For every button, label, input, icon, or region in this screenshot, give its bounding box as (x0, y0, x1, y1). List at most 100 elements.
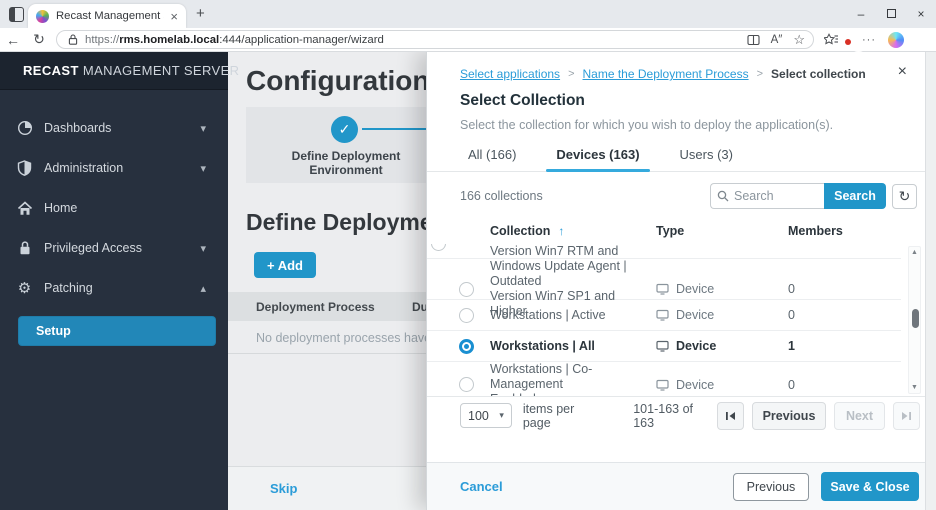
close-icon[interactable]: × (898, 64, 907, 80)
read-aloud-icon[interactable]: A″ (771, 34, 783, 46)
lock-icon (68, 34, 78, 45)
close-window-button[interactable]: × (906, 7, 936, 21)
chevron-up-icon: ▴ (200, 282, 206, 295)
collections-table-body: Version Win7 RTM and Lower Windows Updat… (427, 244, 925, 396)
collection-name: Workstations | Active (490, 308, 656, 323)
pie-chart-icon (16, 120, 33, 137)
sidebar-item-administration[interactable]: Administration ▾ (0, 148, 228, 188)
favorites-hub-icon[interactable] (824, 33, 838, 46)
back-button[interactable]: ← (0, 32, 26, 48)
sidebar-item-label: Administration (44, 161, 200, 175)
column-members[interactable]: Members (788, 224, 901, 238)
tab-actions-icon[interactable] (9, 7, 24, 22)
sidebar-item-privileged-access[interactable]: Privileged Access ▾ (0, 228, 228, 268)
sidebar-item-setup-active[interactable]: Setup (18, 316, 216, 346)
collection-tabs: All (166) Devices (163) Users (3) (427, 147, 925, 172)
radio-button[interactable] (431, 244, 446, 251)
search-button[interactable]: Search (824, 183, 886, 209)
last-page-button[interactable] (893, 402, 920, 430)
split-screen-icon[interactable] (747, 34, 760, 46)
sidebar-item-patching[interactable]: ⚙ Patching ▴ (0, 268, 228, 308)
items-per-page-label: items per page (523, 402, 605, 430)
breadcrumb-separator: > (568, 68, 574, 80)
notification-dot (845, 39, 851, 45)
copilot-icon[interactable] (888, 32, 904, 48)
sidebar-item-home[interactable]: Home (0, 188, 228, 228)
table-row-clipped[interactable]: Version Win7 RTM and Lower (427, 244, 901, 259)
collection-type: Device (676, 378, 714, 392)
radio-button-selected[interactable] (459, 339, 474, 354)
breadcrumb-select-applications[interactable]: Select applications (460, 67, 560, 81)
first-page-button[interactable] (717, 402, 744, 430)
next-page-button[interactable]: Next (834, 402, 885, 430)
window-controls: – × (846, 0, 936, 28)
lock-icon (16, 240, 33, 257)
url-field[interactable]: https://rms.homelab.local:444/applicatio… (56, 30, 814, 49)
scroll-down-icon[interactable]: ▼ (911, 384, 918, 391)
tab-users[interactable]: Users (3) (678, 147, 735, 171)
url-host: rms.homelab.local (119, 34, 219, 46)
add-button[interactable]: + Add (254, 252, 316, 278)
page-refresh-button[interactable]: ↻ (26, 31, 52, 48)
tab-close-icon[interactable]: × (170, 9, 178, 24)
previous-step-button[interactable]: Previous (733, 473, 809, 501)
add-favorite-icon[interactable]: ☆ (793, 32, 805, 48)
sidebar-item-dashboards[interactable]: Dashboards ▾ (0, 108, 228, 148)
previous-page-button[interactable]: Previous (752, 402, 826, 430)
tab-devices[interactable]: Devices (163) (554, 147, 641, 171)
search-box (710, 183, 824, 209)
page-range-label: 101-163 of 163 (633, 402, 717, 430)
table-scrollbar[interactable]: ▲ ▼ (908, 246, 921, 394)
save-close-button[interactable]: Save & Close (821, 472, 919, 501)
skip-link[interactable]: Skip (270, 481, 297, 496)
scroll-up-icon[interactable]: ▲ (911, 249, 918, 256)
breadcrumb-select-collection: Select collection (771, 67, 866, 81)
url-scheme: https:// (85, 34, 119, 46)
minimize-button[interactable]: – (846, 7, 876, 21)
collection-members: 0 (788, 308, 901, 322)
sidebar-item-label: Privileged Access (44, 241, 200, 255)
maximize-icon (887, 9, 896, 18)
device-icon (656, 309, 669, 321)
collection-name: Workstations | All (490, 339, 656, 354)
new-tab-button[interactable]: + (196, 5, 205, 22)
browser-page-scrollbar[interactable] (925, 52, 936, 510)
collection-type: Device (676, 339, 716, 353)
tab-all[interactable]: All (166) (466, 147, 518, 171)
url-path: :444/application-manager/wizard (219, 34, 384, 46)
refresh-button[interactable]: ↻ (892, 184, 917, 209)
device-icon (656, 283, 669, 295)
panel-title: Select Collection (460, 92, 892, 110)
caret-down-icon: ▾ (499, 410, 504, 421)
search-input[interactable] (734, 189, 814, 203)
device-icon (656, 379, 669, 391)
sidebar-item-label: Dashboards (44, 121, 200, 135)
page-size-value: 100 (468, 409, 489, 423)
table-row-selected[interactable]: Workstations | All Device 1 (427, 331, 901, 362)
panel-footer: Cancel Previous Save & Close (427, 462, 925, 510)
radio-button[interactable] (459, 308, 474, 323)
tab-title: Recast Management Server (56, 10, 164, 22)
step-label-line1: Define Deployment (266, 149, 426, 163)
sidebar-item-label: Patching (44, 281, 200, 295)
breadcrumb-name-deployment-process[interactable]: Name the Deployment Process (583, 67, 749, 81)
cancel-link[interactable]: Cancel (460, 479, 503, 494)
collections-table-header: Collection↑ Type Members (427, 218, 901, 244)
column-type[interactable]: Type (656, 224, 788, 238)
radio-button[interactable] (459, 377, 474, 392)
browser-tab[interactable]: Recast Management Server × (28, 4, 186, 28)
collections-count: 166 collections (460, 189, 543, 203)
radio-button[interactable] (459, 282, 474, 297)
settings-more-icon[interactable]: ··· (862, 34, 876, 46)
column-collection[interactable]: Collection↑ (490, 224, 656, 238)
page-size-select[interactable]: 100 ▾ (460, 403, 512, 428)
table-row[interactable]: Workstations | Co-ManagementEnabled Devi… (427, 362, 901, 395)
scrollbar-thumb[interactable] (912, 309, 919, 328)
browser-addressbar: ← ↻ https://rms.homelab.local:444/applic… (0, 28, 936, 52)
brand-header: RECAST MANAGEMENT SERVER (0, 52, 228, 90)
chevron-down-icon: ▾ (200, 122, 206, 135)
select-collection-panel: × Select applications > Name the Deploym… (426, 52, 925, 510)
maximize-button[interactable] (876, 7, 906, 21)
table-row[interactable]: Windows Update Agent | OutdatedVersion W… (427, 259, 901, 300)
collection-members: 1 (788, 339, 901, 353)
